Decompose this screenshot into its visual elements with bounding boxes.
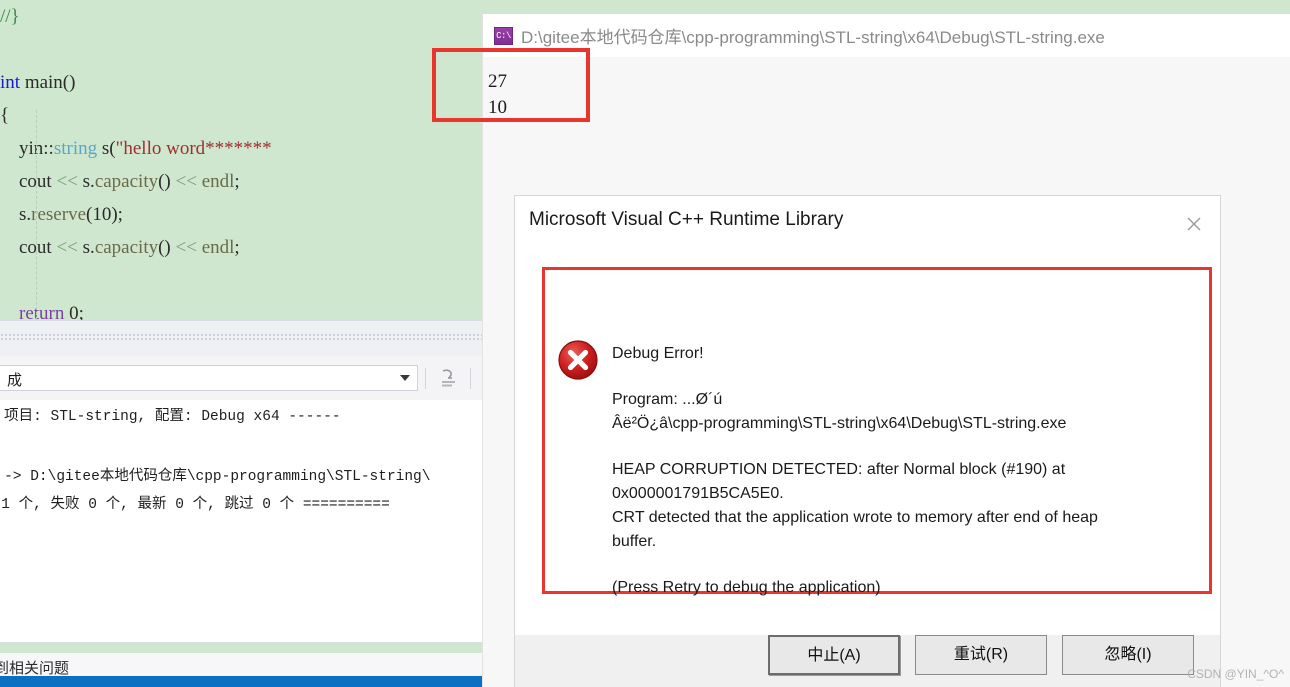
close-icon[interactable] <box>1180 210 1208 238</box>
code-token: endl <box>201 171 235 192</box>
screenshot-root: //}int main(){ yin::string s("hello word… <box>0 0 1290 687</box>
code-token: << <box>175 171 197 192</box>
vs-code-text[interactable]: //}int main(){ yin::string s("hello word… <box>0 0 490 330</box>
code-token: () <box>158 237 176 258</box>
code-token: << <box>56 237 78 258</box>
dialog-detail-block: HEAP CORRUPTION DETECTED: after Normal b… <box>612 458 1192 554</box>
toolbar-separator <box>425 368 426 389</box>
code-line-6: cout << s.capacity() << endl; <box>0 165 490 198</box>
csdn-watermark: CSDN @YIN_^O^ <box>1187 667 1284 681</box>
code-token: endl <box>201 237 235 258</box>
chevron-down-icon[interactable] <box>400 375 410 381</box>
error-list-text: 到相关问题 <box>0 660 70 677</box>
dialog-button-bar: 中止(A) 重试(R) 忽略(I) <box>515 635 1220 687</box>
code-line-1: //} <box>0 0 490 33</box>
runtime-error-dialog[interactable]: Microsoft Visual C++ Runtime Library Deb… <box>515 196 1220 687</box>
output-source-combo[interactable]: 成 <box>0 365 418 391</box>
code-token: cout <box>0 237 57 258</box>
code-line-8: cout << s.capacity() << endl; <box>0 231 490 264</box>
dialog-content: Debug Error! Program: ...Ø´ú Âë²Ö¿â\cpp-… <box>515 249 1220 635</box>
dialog-title: Microsoft Visual C++ Runtime Library <box>529 209 844 230</box>
code-line-3: int main() <box>0 66 490 99</box>
dialog-detail-line-3: CRT detected that the application wrote … <box>612 509 1098 526</box>
code-token: << <box>175 237 197 258</box>
code-token: s. <box>77 171 95 192</box>
abort-button[interactable]: 中止(A) <box>768 635 900 675</box>
code-token: capacity <box>94 171 159 192</box>
dialog-heading: Debug Error! <box>612 345 704 362</box>
code-token: << <box>56 171 78 192</box>
code-token: reserve <box>31 204 87 225</box>
code-line-7: s.reserve(10); <box>0 198 490 231</box>
retry-button[interactable]: 重试(R) <box>915 635 1047 675</box>
toolbar-separator-2 <box>470 368 471 389</box>
code-token: cout <box>0 171 57 192</box>
output-text-area[interactable]: =: 项目: STL-string, 配置: Debug x64 ------ o… <box>0 400 482 642</box>
code-token: string <box>53 138 98 159</box>
error-list-top-band <box>0 643 482 653</box>
code-token: yin:: <box>0 138 54 159</box>
console-title-bar[interactable]: C:\ D:\gitee本地代码仓库\cpp-programming\STL-s… <box>483 14 1290 57</box>
dialog-detail-line-2: 0x000001791B5CA5E0. <box>612 485 784 502</box>
code-token: (10); <box>86 204 123 225</box>
code-token: ; <box>234 237 240 258</box>
output-line-1: =: 项目: STL-string, 配置: Debug x64 ------ <box>0 409 341 425</box>
vs-status-bar <box>0 676 482 687</box>
console-app-icon: C:\ <box>494 27 513 45</box>
output-line-4: 功 1 个, 失败 0 个, 最新 0 个, 跳过 0 个 ========== <box>0 497 390 513</box>
annotation-rect-console-output <box>432 48 590 122</box>
code-line-4: { <box>0 99 490 132</box>
code-token: int <box>0 72 21 93</box>
code-token: ; <box>234 171 240 192</box>
dialog-title-bar: Microsoft Visual C++ Runtime Library <box>515 196 1220 249</box>
code-token: s( <box>97 138 116 159</box>
vs-output-pane: 成 =: 项目: STL-string, 配置: Debug x64 -----… <box>0 356 483 687</box>
clear-output-icon[interactable] <box>437 368 459 389</box>
code-token: s. <box>77 237 95 258</box>
dialog-detail-line-1: HEAP CORRUPTION DETECTED: after Normal b… <box>612 461 1066 478</box>
code-token: capacity <box>94 237 159 258</box>
code-token: "hello word******* <box>115 138 272 159</box>
code-token: { <box>0 105 10 126</box>
output-source-value: 成 <box>7 372 23 389</box>
output-toolbar: 成 <box>0 356 482 401</box>
indent-guide <box>36 110 37 320</box>
dialog-hint-block: (Press Retry to debug the application) <box>612 576 1192 600</box>
ignore-button[interactable]: 忽略(I) <box>1062 635 1194 675</box>
code-token: () <box>158 171 176 192</box>
dialog-heading-block: Debug Error! <box>612 342 1192 366</box>
editor-splitter[interactable] <box>0 320 482 358</box>
error-circle-x-icon <box>557 339 599 381</box>
console-title-text: D:\gitee本地代码仓库\cpp-programming\STL-strin… <box>521 28 1105 47</box>
dialog-message: Debug Error! Program: ...Ø´ú Âë²Ö¿â\cpp-… <box>612 342 1192 600</box>
dialog-hint: (Press Retry to debug the application) <box>612 579 881 596</box>
code-token: s. <box>0 204 32 225</box>
dialog-program-label: Program: ...Ø´ú <box>612 391 723 408</box>
code-token: main() <box>20 72 76 93</box>
code-token: //} <box>0 6 20 27</box>
code-line-5: yin::string s("hello word******* <box>0 132 490 165</box>
dialog-detail-line-4: buffer. <box>612 533 657 550</box>
dialog-program-block: Program: ...Ø´ú Âë²Ö¿â\cpp-programming\S… <box>612 388 1192 436</box>
dialog-program-path: Âë²Ö¿â\cpp-programming\STL-string\x64\De… <box>612 415 1067 432</box>
output-line-3: oj -> D:\gitee本地代码仓库\cpp-programming\STL… <box>0 469 431 485</box>
